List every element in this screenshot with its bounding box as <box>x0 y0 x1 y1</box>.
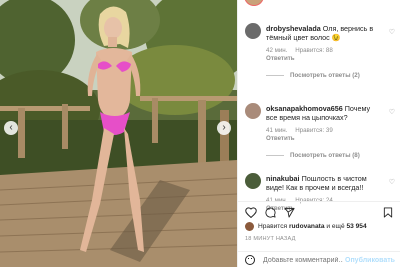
comment-avatar[interactable] <box>245 103 261 119</box>
comment-avatar[interactable] <box>245 173 261 189</box>
comment-meta: 41 мин. Нравится: 39 <box>266 127 383 135</box>
comment-avatar[interactable] <box>245 23 261 39</box>
likes-prefix: Нравится <box>258 223 288 230</box>
heart-icon[interactable] <box>245 207 257 218</box>
heart-icon[interactable]: ♡ <box>389 178 395 186</box>
photo-illustration <box>0 0 237 267</box>
share-icon[interactable] <box>284 207 295 218</box>
comments-panel: drobyshevalada Оля, вернись в тёмный цве… <box>237 0 400 267</box>
comment-likes[interactable]: Нравится: 88 <box>295 47 333 54</box>
post-time[interactable]: 18 МИНУТ НАЗАД <box>245 236 296 242</box>
publish-button[interactable]: Опубликовать <box>345 257 395 264</box>
add-comment-bar: Опубликовать <box>238 251 400 268</box>
replies-divider <box>266 75 284 76</box>
liker-avatar[interactable] <box>245 222 254 231</box>
bookmark-icon[interactable] <box>383 207 393 218</box>
heart-icon[interactable]: ♡ <box>389 28 395 36</box>
likes-summary: Нравится rudovanata и ещё 53 954 <box>245 222 400 231</box>
view-replies-label: Посмотреть ответы (2) <box>290 72 360 79</box>
comment-icon[interactable] <box>265 207 276 218</box>
previous-photo-button[interactable]: ‹ <box>4 121 18 135</box>
next-photo-button[interactable]: › <box>217 121 231 135</box>
comment-item: oksanapakhomova656 Почему все время на ц… <box>238 96 400 166</box>
reply-button[interactable]: Ответить <box>266 135 383 143</box>
comment-likes[interactable]: Нравится: 39 <box>295 127 333 134</box>
comment-meta: 42 мин. Нравится: 88 <box>266 47 383 55</box>
comment-username[interactable]: oksanapakhomova656 <box>266 104 343 113</box>
replies-divider <box>266 155 284 156</box>
post-actions-bar <box>238 201 400 224</box>
liker-username[interactable]: rudovanata <box>289 223 325 230</box>
comment-input[interactable] <box>263 256 343 264</box>
likes-connector: и ещё <box>326 223 345 230</box>
comment-username[interactable]: drobyshevalada <box>266 24 321 33</box>
view-replies-button[interactable]: Посмотреть ответы (8) <box>266 152 383 159</box>
view-replies-button[interactable]: Посмотреть ответы (2) <box>266 72 383 79</box>
heart-icon[interactable]: ♡ <box>389 108 395 116</box>
comment-username[interactable]: ninakubai <box>266 174 300 183</box>
post-view: ‹ › drobyshevalada Оля, вернись в тёмный… <box>0 0 400 267</box>
author-avatar[interactable] <box>244 0 264 6</box>
comment-time[interactable]: 41 мин. <box>266 127 287 134</box>
comments-list: drobyshevalada Оля, вернись в тёмный цве… <box>238 16 400 214</box>
comment-item: drobyshevalada Оля, вернись в тёмный цве… <box>238 16 400 96</box>
emoji-icon[interactable] <box>245 255 255 265</box>
post-photo[interactable]: ‹ › <box>0 0 237 267</box>
reply-button[interactable]: Ответить <box>266 55 383 63</box>
view-replies-label: Посмотреть ответы (8) <box>290 152 360 159</box>
likes-count[interactable]: 53 954 <box>346 223 366 230</box>
comment-time[interactable]: 42 мин. <box>266 47 287 54</box>
